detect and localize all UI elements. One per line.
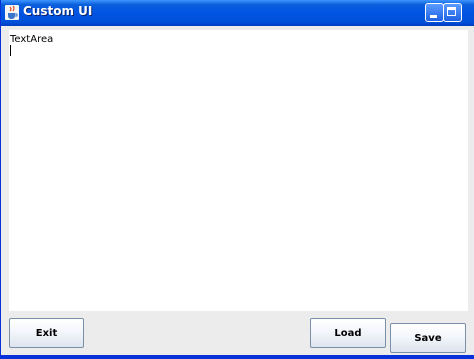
content-panel: TextArea Exit Load Save — [2, 26, 474, 359]
app-window: Custom UI TextArea Exit Load Save — [0, 0, 474, 359]
minimize-button[interactable] — [425, 3, 444, 22]
text-area[interactable]: TextArea — [9, 30, 468, 311]
window-title: Custom UI — [23, 4, 93, 18]
window-bottom-border — [1, 355, 474, 359]
save-button[interactable]: Save — [390, 323, 466, 353]
minimize-icon — [430, 15, 437, 18]
maximize-button[interactable] — [443, 3, 462, 22]
load-button[interactable]: Load — [310, 318, 386, 348]
exit-button[interactable]: Exit — [9, 318, 84, 348]
java-cup-icon — [5, 5, 19, 20]
title-bar[interactable]: Custom UI — [1, 0, 474, 26]
text-caret — [10, 45, 11, 56]
maximize-icon — [447, 7, 456, 16]
